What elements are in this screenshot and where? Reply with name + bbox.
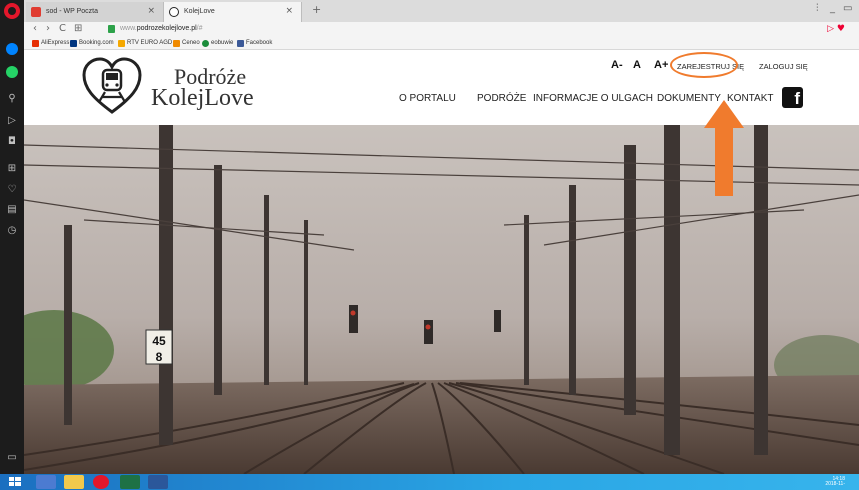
heart-train-logo-icon[interactable] [81,56,143,116]
clock-date: 2018-11- [825,481,845,487]
opera-logo-icon[interactable] [4,3,20,19]
people-icon[interactable] [36,475,56,489]
minimize-icon[interactable]: _ [830,3,835,14]
lock-icon [108,25,115,33]
bookmark-ceneo[interactable]: Ceneo [173,40,200,47]
tab-bar: sod - WP Poczta × KolejLove × + ⫶ _ ▭ [24,0,859,22]
tab-title: sod - WP Poczta [46,8,99,15]
reload-button[interactable]: C [59,23,66,34]
restore-icon[interactable]: ▭ [843,3,852,14]
nav-informacje-o-ulgach[interactable]: INFORMACJE O ULGACH [533,93,653,104]
address-bar: ‹ › C ⊞ www.podrozekolejlove.pl/# ▷ ♥ [24,22,859,38]
font-increase-button[interactable]: A+ [654,59,668,71]
send-icon[interactable]: ▷ [6,115,18,127]
start-button[interactable] [6,475,24,489]
bookmarks-bar: AliExpress Booking.com RTV EURO AGD Cene… [24,38,859,50]
kolejlove-favicon-icon [169,7,179,17]
aliexpress-icon [32,40,39,47]
tab-menu-icon[interactable]: ⫶ [816,3,819,14]
eobuwie-icon [202,40,209,47]
search-icon[interactable]: ⚲ [6,93,18,105]
bookmark-aliexpress[interactable]: AliExpress [32,40,69,47]
whatsapp-icon[interactable] [6,66,18,78]
excel-icon[interactable] [120,475,140,489]
news-icon[interactable]: ▤ [6,204,18,216]
facebook-icon[interactable]: f [782,87,803,108]
file-explorer-icon[interactable] [64,475,84,489]
annotation-arrow-icon [704,100,744,196]
opera-taskbar-icon[interactable] [93,475,109,489]
speed-dial-icon[interactable]: ⊞ [74,23,82,34]
facebook-bookmark-icon [237,40,244,47]
nav-podroze[interactable]: PODRÓŻE [477,93,526,104]
system-tray-clock[interactable]: 14:18 2018-11- [825,477,845,487]
web-page: Podróże KolejLove A- A A+ ZAREJESTRUJ SI… [24,50,859,474]
wp-favicon-icon [31,7,41,17]
tab-kolejlove[interactable]: KolejLove × [164,2,302,22]
word-icon[interactable] [148,475,168,489]
font-normal-button[interactable]: A [633,59,641,71]
panel-icon[interactable]: ▭ [6,452,18,464]
booking-icon [70,40,77,47]
messenger-icon[interactable] [6,43,18,55]
sign-number-top: 45 [152,334,166,348]
annotation-circle [670,52,738,78]
heart-icon[interactable]: ♡ [6,184,18,196]
font-decrease-button[interactable]: A- [611,59,623,71]
bookmark-rtv-euro-agd[interactable]: RTV EURO AGD [118,40,172,47]
history-icon[interactable]: ◷ [6,225,18,237]
new-tab-button[interactable]: + [312,3,321,16]
sign-number-bottom: 8 [156,350,163,364]
close-tab-icon[interactable]: × [285,6,293,16]
opera-sidebar: ⚲ ▷ ◘ ⊞ ♡ ▤ ◷ ▭ [0,0,24,474]
nav-o-portalu[interactable]: O PORTALU [399,93,456,104]
url-field[interactable]: www.podrozekolejlove.pl/# [120,25,203,32]
grid-icon[interactable]: ⊞ [6,163,18,175]
forward-button[interactable]: › [46,23,50,34]
ceneo-icon [173,40,180,47]
tab-wp-poczta[interactable]: sod - WP Poczta × [26,2,164,22]
taskbar: 14:18 2018-11- [0,474,859,490]
close-tab-icon[interactable]: × [147,6,155,16]
bookmark-eobuwie[interactable]: eobuwie [202,40,233,47]
back-button[interactable]: ‹ [33,23,37,34]
brand-line-2[interactable]: KolejLove [151,85,254,112]
camera-icon[interactable]: ◘ [6,136,18,148]
heart-bookmark-icon[interactable]: ▷ ♥ [827,24,845,34]
tab-title: KolejLove [184,8,215,15]
login-link[interactable]: ZALOGUJ SIĘ [759,62,808,71]
screen: ⚲ ▷ ◘ ⊞ ♡ ▤ ◷ ▭ sod - WP Poczta × KolejL… [0,0,859,490]
rtv-euro-agd-icon [118,40,125,47]
bookmark-booking[interactable]: Booking.com [70,40,114,47]
bookmark-facebook[interactable]: Facebook [237,40,272,47]
